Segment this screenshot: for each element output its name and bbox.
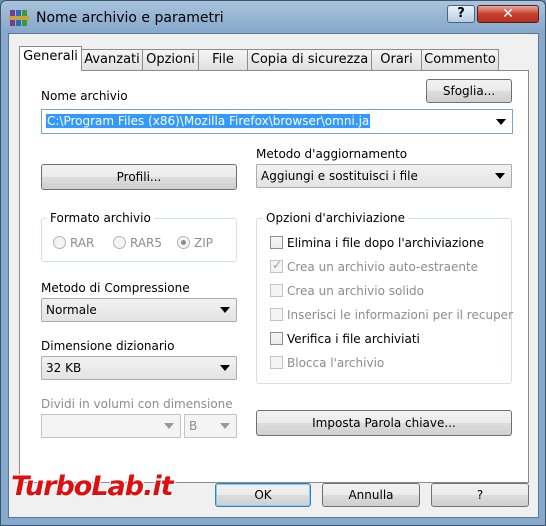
archive-name-combo[interactable]: C:\Program Files (x86)\Mozilla Firefox\b… [41, 109, 513, 134]
dictionary-dropdown-arrow-icon[interactable] [220, 365, 230, 371]
verify-files-checkbox[interactable] [270, 332, 283, 345]
update-method-label: Metodo d'aggiornamento [256, 147, 408, 161]
lock-archive-checkbox[interactable] [270, 356, 283, 369]
tab-avanzati[interactable]: Avanzati [81, 49, 143, 70]
title-help-button[interactable]: ? [447, 5, 475, 23]
update-method-select[interactable]: Aggiungi e sostituisci i file [256, 164, 512, 188]
profiles-button[interactable]: Profili... [41, 164, 237, 190]
verify-files-label: Verifica i file archiviati [287, 332, 420, 346]
lock-archive-label: Blocca l'archivio [287, 356, 385, 370]
window-title: Nome archivio e parametri [36, 10, 224, 26]
archive-name-dropdown-arrow-icon[interactable] [496, 118, 506, 125]
tab-file[interactable]: File [198, 49, 248, 70]
dialog-client: Generali Avanzati Opzioni File Copia di … [8, 33, 539, 518]
recovery-record-label: Inserisci le informazioni per il recuper [287, 308, 513, 322]
title-bar[interactable]: Nome archivio e parametri ? ✕ [1, 1, 545, 35]
browse-button[interactable]: Sfoglia... [426, 79, 512, 103]
close-button[interactable]: ✕ [477, 5, 539, 23]
compression-select[interactable]: Normale [41, 298, 237, 322]
format-rar5-radio[interactable] [113, 236, 126, 249]
split-unit-dropdown-arrow-icon[interactable] [220, 423, 230, 429]
format-rar-label: RAR [70, 236, 95, 250]
set-password-button[interactable]: Imposta Parola chiave... [256, 410, 512, 436]
split-size-dropdown-arrow-icon[interactable] [164, 423, 174, 429]
sfx-checkbox[interactable]: ✓ [270, 258, 283, 273]
general-panel: Nome archivio Sfoglia... C:\Program File… [19, 70, 529, 483]
tab-orari[interactable]: Orari [371, 49, 422, 70]
update-method-dropdown-arrow-icon[interactable] [495, 173, 505, 179]
archive-name-label: Nome archivio [41, 89, 128, 103]
ok-button[interactable]: OK [215, 483, 311, 507]
sfx-label: Crea un archivio auto-estraente [287, 260, 479, 274]
tab-generali[interactable]: Generali [19, 46, 82, 71]
split-size-combo[interactable] [41, 414, 181, 438]
dictionary-value: 32 KB [46, 361, 82, 375]
split-unit-select[interactable]: B [184, 414, 237, 438]
delete-after-checkbox[interactable] [270, 236, 283, 249]
format-zip-label: ZIP [194, 236, 213, 250]
archive-name-value[interactable]: C:\Program Files (x86)\Mozilla Firefox\b… [46, 114, 371, 128]
dialog-window: Nome archivio e parametri ? ✕ Generali A… [0, 0, 546, 526]
dictionary-label: Dimensione dizionario [41, 339, 175, 353]
split-unit-value: B [189, 419, 198, 433]
compression-label: Metodo di Compressione [41, 281, 190, 295]
cancel-button[interactable]: Annulla [322, 483, 420, 507]
format-rar-radio[interactable] [53, 236, 66, 249]
dictionary-select[interactable]: 32 KB [41, 356, 237, 380]
winrar-books-icon [9, 10, 29, 26]
format-rar5-label: RAR5 [130, 236, 163, 250]
solid-archive-checkbox[interactable] [270, 284, 283, 297]
update-method-value: Aggiungi e sostituisci i file [261, 169, 418, 183]
tab-copia-sicurezza[interactable]: Copia di sicurezza [247, 49, 372, 70]
turbolab-watermark: TurboLab.it [11, 471, 174, 502]
solid-archive-label: Crea un archivio solido [287, 284, 424, 298]
archive-options-label: Opzioni d'archiviazione [263, 211, 409, 225]
tab-commento[interactable]: Commento [421, 49, 499, 70]
split-volumes-label: Dividi in volumi con dimensione [41, 397, 233, 411]
compression-value: Normale [46, 303, 97, 317]
compression-dropdown-arrow-icon[interactable] [220, 307, 230, 313]
tab-opzioni[interactable]: Opzioni [142, 49, 199, 70]
help-button[interactable]: ? [431, 483, 529, 507]
recovery-record-checkbox[interactable] [270, 308, 283, 321]
format-zip-radio[interactable] [177, 236, 190, 249]
archive-format-label: Formato archivio [47, 211, 154, 225]
delete-after-label: Elimina i file dopo l'archiviazione [287, 236, 484, 250]
